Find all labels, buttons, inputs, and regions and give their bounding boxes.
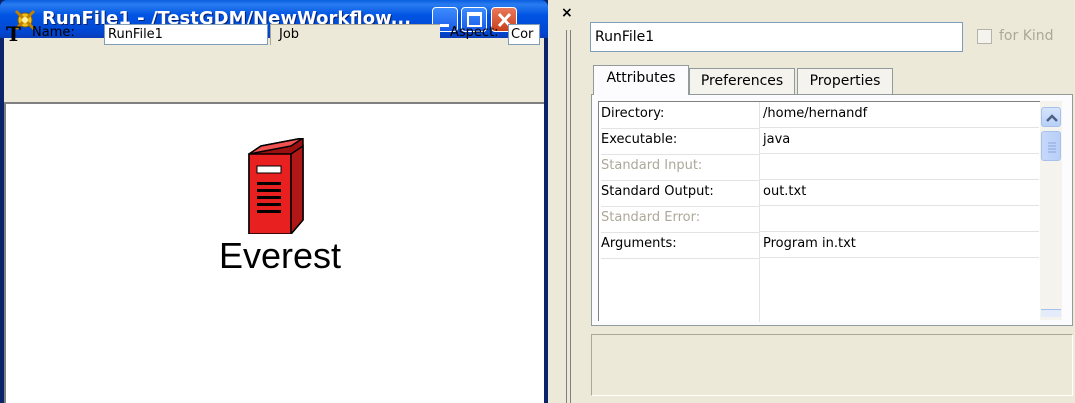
attribute-row[interactable]: Executable: java	[599, 128, 1039, 155]
attribute-value[interactable]: java	[760, 128, 1039, 154]
attribute-row[interactable]: Standard Output: out.txt	[599, 180, 1039, 207]
attribute-value[interactable]: out.txt	[760, 180, 1039, 206]
attribute-row[interactable]: Arguments: Program in.txt	[599, 232, 1039, 259]
name-toolbar	[4, 38, 544, 102]
server-tower-icon[interactable]	[243, 138, 313, 234]
text-tool-icon[interactable]: T	[6, 22, 21, 46]
attribute-key: Executable:	[601, 128, 760, 155]
kind-field: Job	[270, 24, 440, 45]
attribute-row[interactable]: Standard Error:	[599, 206, 1039, 233]
scroll-up-button[interactable]	[1041, 107, 1061, 127]
tab-attributes[interactable]: Attributes	[593, 65, 689, 95]
attribute-key: Standard Input:	[601, 154, 760, 181]
splitter-line	[570, 30, 571, 403]
chevron-up-icon	[1046, 114, 1058, 122]
tab-preferences[interactable]: Preferences	[689, 68, 795, 94]
splitter-line	[566, 30, 567, 403]
name-label: Name:	[32, 25, 75, 40]
attribute-key: Standard Output:	[601, 180, 760, 207]
attribute-key: Arguments:	[601, 232, 760, 259]
attribute-value[interactable]	[760, 154, 1039, 180]
model-label[interactable]: Everest	[200, 236, 360, 276]
column-divider	[759, 258, 760, 322]
attribute-row[interactable]: Directory: /home/hernandf	[599, 102, 1039, 129]
for-kind-checkbox[interactable]	[977, 29, 992, 44]
tab-properties[interactable]: Properties	[797, 68, 893, 94]
name-field[interactable]: RunFile1	[104, 24, 268, 45]
scroll-down-button[interactable]	[1041, 309, 1061, 317]
attribute-key: Standard Error:	[601, 206, 760, 233]
object-name-field[interactable]: RunFile1	[590, 22, 963, 52]
grip-icon	[1048, 142, 1056, 153]
aspect-select[interactable]: Cor	[508, 24, 540, 45]
aspect-label: Aspect:	[450, 25, 499, 40]
description-area	[591, 334, 1073, 396]
for-kind-label: for Kind	[999, 28, 1054, 44]
scroll-thumb[interactable]	[1041, 131, 1061, 161]
attribute-value[interactable]: Program in.txt	[760, 232, 1039, 258]
attribute-value[interactable]	[760, 206, 1039, 232]
attribute-row[interactable]: Standard Input:	[599, 154, 1039, 181]
attribute-grid: Directory: /home/hernandf Executable: ja…	[598, 101, 1040, 322]
close-icon[interactable]: ×	[561, 6, 573, 20]
attribute-value[interactable]: /home/hernandf	[760, 102, 1039, 128]
attribute-key: Directory:	[601, 102, 760, 129]
